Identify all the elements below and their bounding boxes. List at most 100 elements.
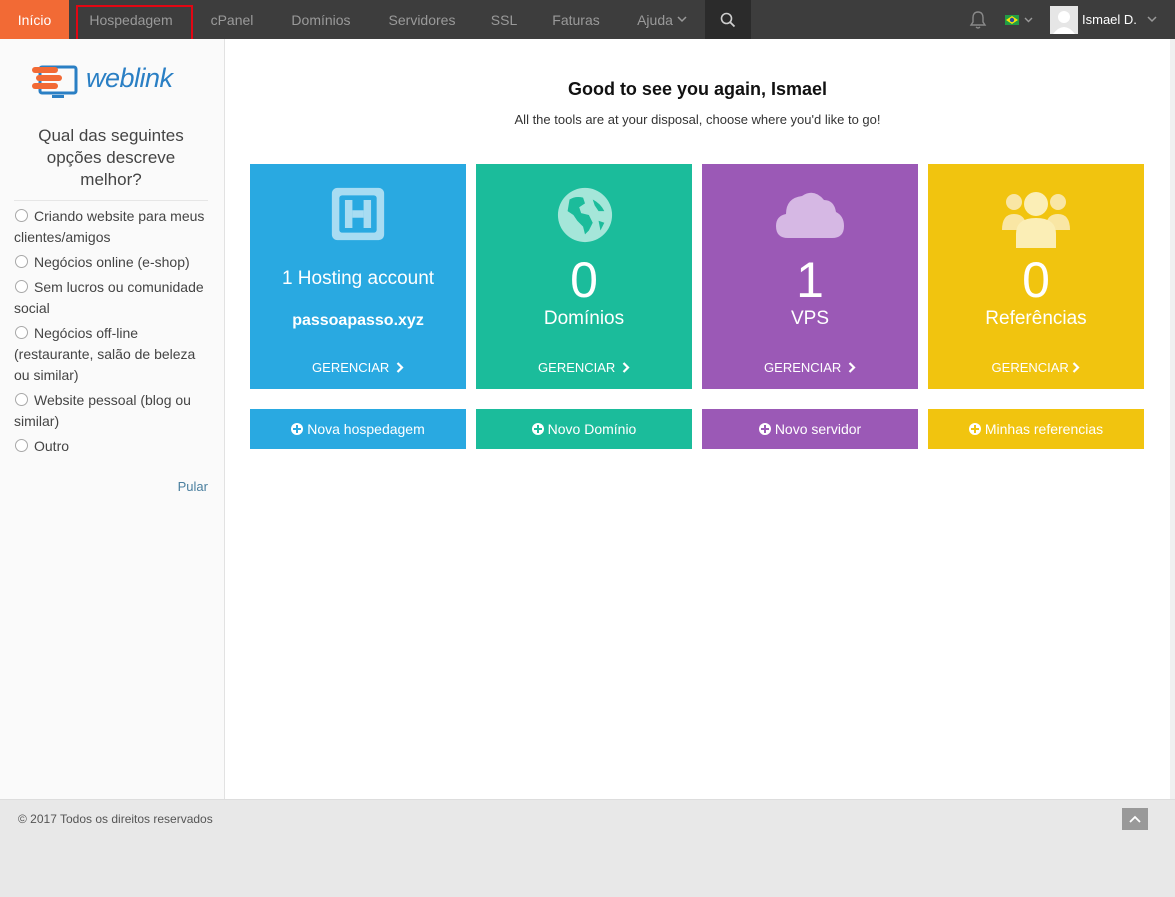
scroll-to-top-button[interactable] (1122, 808, 1148, 830)
my-referrals-button[interactable]: Minhas referencias (928, 409, 1144, 449)
new-server-button[interactable]: Novo servidor (702, 409, 918, 449)
nav-item-label: Início (17, 11, 52, 28)
copyright-text: © 2017 Todos os direitos reservados (18, 812, 213, 826)
nav-item-ssl[interactable]: SSL (480, 0, 528, 39)
domains-count: 0 (570, 252, 598, 308)
sidebar: weblink Qual das seguintes opções descre… (0, 39, 225, 799)
page-subtitle: All the tools are at your disposal, choo… (514, 112, 881, 127)
nav-item-label: Servidores (388, 11, 456, 28)
manage-vps-link[interactable]: GERENCIAR (702, 360, 918, 375)
search-button[interactable] (705, 0, 751, 39)
plus-circle-icon (968, 423, 981, 435)
nav-item-label: Domínios (291, 11, 351, 28)
domains-card: 0 Domínios GERENCIAR (476, 164, 692, 389)
avatar (1050, 5, 1078, 34)
survey-option[interactable]: Outro (14, 436, 214, 457)
survey-option[interactable]: Negócios off-line (restaurante, salão de… (14, 323, 214, 386)
cloud-icon (776, 192, 844, 238)
notifications-button[interactable] (967, 0, 989, 39)
user-menu[interactable]: Ismael D. (1050, 0, 1162, 39)
vps-count: 1 (796, 252, 824, 308)
nav-item-hospedagem[interactable]: Hospedagem (76, 0, 186, 39)
nav-item-label: Hospedagem (89, 11, 173, 28)
manage-label: GERENCIAR (538, 360, 616, 375)
domains-label: Domínios (543, 308, 625, 329)
radio-button[interactable] (15, 439, 28, 452)
option-label: Negócios online (e-shop) (34, 254, 190, 270)
survey-option[interactable]: Negócios online (e-shop) (14, 252, 214, 273)
hosting-h-icon (331, 187, 385, 241)
manage-hosting-link[interactable]: GERENCIAR (250, 360, 466, 375)
flag-brazil-icon (1005, 14, 1019, 25)
divider (14, 200, 208, 201)
manage-referrals-link[interactable]: GERENCIAR (928, 360, 1144, 375)
referrals-count: 0 (1022, 252, 1050, 308)
page-title: Good to see you again, Ismael (567, 79, 828, 99)
language-selector[interactable] (1005, 0, 1037, 39)
option-label: Negócios off-line (restaurante, salão de… (14, 325, 196, 383)
radio-button[interactable] (15, 280, 28, 293)
referrals-card: 0 Referências GERENCIAR (928, 164, 1144, 389)
new-domain-button[interactable]: Novo Domínio (476, 409, 692, 449)
chevron-right-icon (622, 362, 630, 373)
referrals-label: Referências (985, 308, 1087, 329)
nav-item-inicio[interactable]: Início (0, 0, 69, 45)
logo-text: weblink (86, 63, 173, 93)
button-label: Novo servidor (774, 421, 862, 437)
nav-item-servidores[interactable]: Servidores (376, 0, 468, 39)
survey-option[interactable]: Criando website para meus clientes/amigo… (14, 206, 214, 248)
vps-card: 1 VPS GERENCIAR (702, 164, 918, 389)
nav-item-ajuda[interactable]: Ajuda (626, 0, 698, 39)
skip-link[interactable]: Pular (178, 479, 208, 494)
manage-label: GERENCIAR (991, 360, 1069, 375)
button-label: Minhas referencias (984, 421, 1104, 437)
search-icon (720, 12, 736, 27)
hosting-domain: passoapasso.xyz (292, 312, 424, 329)
manage-label: GERENCIAR (312, 360, 390, 375)
nav-item-label: cPanel (210, 11, 254, 28)
nav-item-faturas[interactable]: Faturas (540, 0, 612, 39)
chevron-down-icon (677, 16, 687, 23)
vps-label: VPS (790, 308, 830, 329)
survey-option[interactable]: Sem lucros ou comunidade social (14, 277, 214, 319)
chevron-right-icon (848, 362, 856, 373)
manage-domains-link[interactable]: GERENCIAR (476, 360, 692, 375)
survey-option[interactable]: Website pessoal (blog ou similar) (14, 390, 214, 432)
footer: © 2017 Todos os direitos reservados (0, 799, 1175, 897)
radio-button[interactable] (15, 393, 28, 406)
new-hosting-button[interactable]: Nova hospedagem (250, 409, 466, 449)
plus-circle-icon (758, 423, 771, 435)
weblink-logo[interactable]: weblink (30, 59, 200, 103)
option-label: Website pessoal (blog ou similar) (14, 392, 191, 429)
button-label: Nova hospedagem (307, 421, 425, 437)
radio-button[interactable] (15, 255, 28, 268)
plus-circle-icon (531, 423, 544, 435)
nav-item-label: Faturas (552, 11, 600, 28)
hosting-count-label: 1 Hosting account (281, 268, 435, 289)
nav-item-dominios[interactable]: Domínios (276, 0, 366, 39)
main-content: Good to see you again, Ismael All the to… (225, 39, 1170, 799)
globe-icon (557, 187, 613, 243)
plus-circle-icon (291, 423, 304, 435)
users-icon (1002, 192, 1070, 248)
chevron-up-icon (1129, 815, 1141, 823)
option-label: Criando website para meus clientes/amigo… (14, 208, 205, 245)
option-label: Outro (34, 438, 70, 454)
chevron-down-icon (1024, 17, 1033, 22)
nav-item-label: SSL (490, 11, 518, 28)
manage-label: GERENCIAR (764, 360, 842, 375)
chevron-right-icon (396, 362, 404, 373)
chevron-down-icon (1147, 16, 1157, 23)
button-label: Novo Domínio (547, 421, 637, 437)
top-navbar: Início Hospedagem cPanel Domínios Servid… (0, 0, 1175, 45)
hosting-card: 1 Hosting account passoapasso.xyz GERENC… (250, 164, 466, 389)
survey-options: Criando website para meus clientes/amigo… (14, 206, 214, 461)
user-name: Ismael D. (1082, 12, 1137, 27)
radio-button[interactable] (15, 326, 28, 339)
scrollbar-track[interactable] (1170, 39, 1175, 799)
nav-item-label: Ajuda (637, 11, 673, 28)
chevron-right-icon (1073, 362, 1081, 373)
nav-item-cpanel[interactable]: cPanel (196, 0, 268, 39)
radio-button[interactable] (15, 209, 28, 222)
weblink-logo-icon (32, 65, 78, 98)
